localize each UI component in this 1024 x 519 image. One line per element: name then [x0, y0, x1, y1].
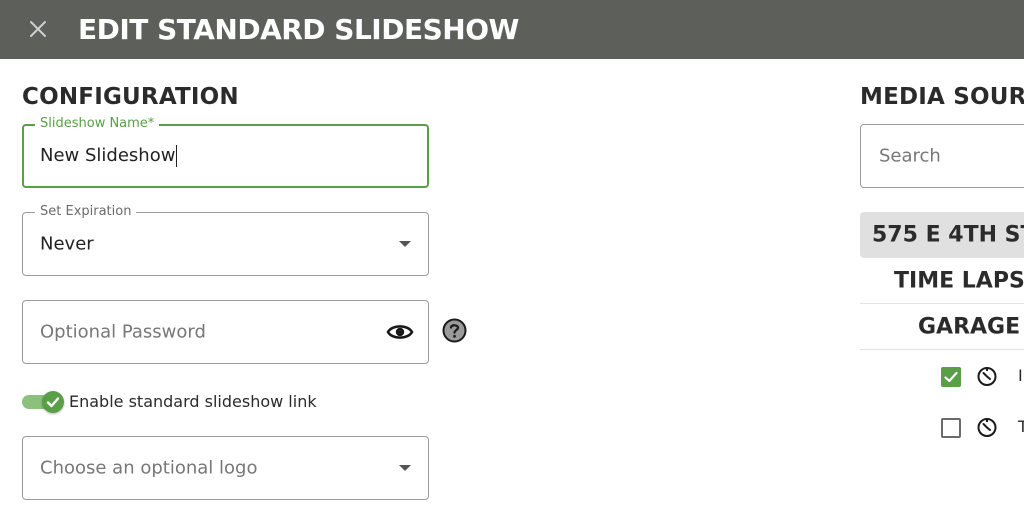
media-item-name: I	[1018, 366, 1023, 385]
close-icon[interactable]	[26, 17, 50, 41]
toggle-knob	[42, 391, 64, 413]
chevron-down-icon[interactable]	[399, 465, 411, 471]
tree-item-label: TIME LAPSE	[894, 268, 1024, 294]
expiration-label: Set Expiration	[35, 204, 137, 220]
help-circle-icon[interactable]	[442, 318, 467, 343]
divider	[860, 349, 1024, 350]
tree-item-garage[interactable]: GARAGE	[860, 304, 1024, 350]
logo-placeholder: Choose an optional logo	[40, 457, 258, 479]
tree-item-575-e-4th-st[interactable]: 575 E 4TH ST	[860, 212, 1024, 258]
slideshow-name-value[interactable]: New Slideshow	[40, 145, 178, 167]
check-icon	[944, 371, 958, 383]
page-title: EDIT STANDARD SLIDESHOW	[78, 13, 519, 46]
expiration-value: Never	[40, 233, 94, 255]
enable-link-label: Enable standard slideshow link	[69, 392, 317, 411]
tree-item-label: 575 E 4TH ST	[872, 222, 1024, 248]
tree-item-time-lapse[interactable]: TIME LAPSE	[860, 258, 1024, 304]
text-caret	[176, 145, 178, 167]
configuration-heading: CONFIGURATION	[22, 84, 239, 110]
media-search-input[interactable]: Search	[860, 124, 1024, 188]
timer-icon	[976, 416, 998, 438]
header-bar: EDIT STANDARD SLIDESHOW	[0, 0, 1024, 59]
timer-icon	[976, 365, 998, 387]
tree-item-label: GARAGE	[918, 314, 1021, 340]
media-item-checkbox[interactable]	[941, 367, 961, 387]
media-item-checkbox[interactable]	[941, 418, 961, 438]
slideshow-name-field[interactable]: Slideshow Name* New Slideshow	[22, 116, 429, 188]
logo-select[interactable]: Choose an optional logo	[22, 436, 429, 500]
password-placeholder: Optional Password	[40, 321, 206, 343]
password-field[interactable]: Optional Password	[22, 300, 429, 364]
expiration-select[interactable]: Set Expiration Never	[22, 204, 429, 276]
slideshow-name-label: Slideshow Name*	[35, 116, 160, 132]
search-placeholder: Search	[879, 145, 941, 167]
chevron-down-icon[interactable]	[399, 241, 411, 247]
check-icon	[46, 397, 60, 408]
media-sources-heading: MEDIA SOURC	[860, 84, 1024, 110]
eye-icon[interactable]	[386, 320, 414, 344]
enable-link-toggle[interactable]	[22, 391, 64, 413]
media-item-name: T	[1018, 417, 1024, 436]
